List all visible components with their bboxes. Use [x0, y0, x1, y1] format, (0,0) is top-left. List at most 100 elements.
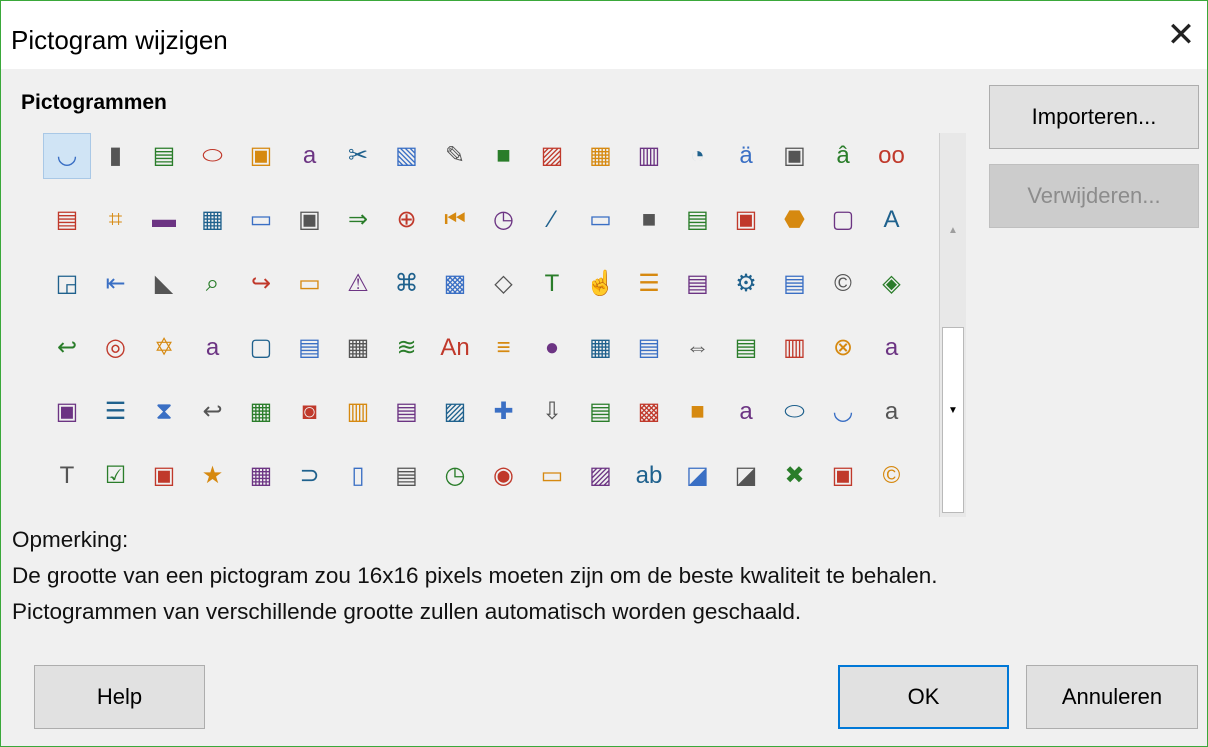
- icon-cell-r4-c7-icon[interactable]: ▦: [334, 325, 382, 371]
- icon-cell-r4-c14-icon[interactable]: ⇔: [674, 325, 722, 371]
- icon-cell-r5-c4-icon[interactable]: ↩: [189, 389, 237, 435]
- help-button[interactable]: Help: [34, 665, 205, 729]
- icon-cell-r4-c3-icon[interactable]: ✡: [140, 325, 188, 371]
- icon-cell-r2-c8-icon[interactable]: ⊕: [383, 197, 431, 243]
- icon-cell-r2-c5-icon[interactable]: ▭: [237, 197, 285, 243]
- icon-cell-r2-c11-icon[interactable]: ∕: [528, 197, 576, 243]
- icon-cell-r1-c4-icon[interactable]: ⬭: [189, 133, 237, 179]
- icon-cell-r5-c3-icon[interactable]: ⧗: [140, 389, 188, 435]
- icon-cell-r4-c16-icon[interactable]: ▥: [771, 325, 819, 371]
- icon-cell-r3-c3-icon[interactable]: ◣: [140, 261, 188, 307]
- icon-cell-r3-c1-icon[interactable]: ◲: [43, 261, 91, 307]
- icon-cell-r4-c13-icon[interactable]: ▤: [625, 325, 673, 371]
- icon-cell-r1-c5-icon[interactable]: ▣: [237, 133, 285, 179]
- icon-cell-r5-c14-icon[interactable]: ■: [674, 389, 722, 435]
- icon-cell-r2-c18-icon[interactable]: A: [868, 197, 916, 243]
- icon-cell-r2-c2-icon[interactable]: ⌗: [92, 197, 140, 243]
- icon-cell-r1-c6-icon[interactable]: a: [286, 133, 334, 179]
- icon-cell-r6-c8-icon[interactable]: ▤: [383, 453, 431, 499]
- icon-cell-r3-c17-icon[interactable]: ©: [819, 261, 867, 307]
- icon-cell-r2-c16-icon[interactable]: ⬣: [771, 197, 819, 243]
- icon-cell-r2-c4-icon[interactable]: ▦: [189, 197, 237, 243]
- cancel-button[interactable]: Annuleren: [1026, 665, 1198, 729]
- icon-cell-r6-c14-icon[interactable]: ◪: [674, 453, 722, 499]
- icon-cell-r3-c15-icon[interactable]: ⚙: [722, 261, 770, 307]
- icon-cell-r4-c6-icon[interactable]: ▤: [286, 325, 334, 371]
- icon-cell-r1-c16-icon[interactable]: ▣: [771, 133, 819, 179]
- icon-cell-r6-c12-icon[interactable]: ▨: [577, 453, 625, 499]
- icon-cell-r6-c16-icon[interactable]: ✖: [771, 453, 819, 499]
- icon-cell-r5-c13-icon[interactable]: ▩: [625, 389, 673, 435]
- icon-cell-r6-c1-icon[interactable]: T: [43, 453, 91, 499]
- icon-cell-r1-c11-icon[interactable]: ▨: [528, 133, 576, 179]
- icon-cell-r4-c1-icon[interactable]: ↩: [43, 325, 91, 371]
- icon-cell-r3-c9-icon[interactable]: ▩: [431, 261, 479, 307]
- ok-button[interactable]: OK: [838, 665, 1009, 729]
- icon-cell-r5-c17-icon[interactable]: ◡: [819, 389, 867, 435]
- icon-cell-r2-c17-icon[interactable]: ▢: [819, 197, 867, 243]
- icon-cell-r5-c18-icon[interactable]: a: [868, 389, 916, 435]
- icon-cell-r1-c9-icon[interactable]: ✎: [431, 133, 479, 179]
- icon-cell-r3-c10-icon[interactable]: ◇: [480, 261, 528, 307]
- icon-cell-r6-c4-icon[interactable]: ★: [189, 453, 237, 499]
- icon-cell-r5-c10-icon[interactable]: ✚: [480, 389, 528, 435]
- icon-cell-r1-c13-icon[interactable]: ▥: [625, 133, 673, 179]
- icon-cell-r4-c18-icon[interactable]: a: [868, 325, 916, 371]
- icon-cell-r6-c2-icon[interactable]: ☑: [92, 453, 140, 499]
- icon-cell-r5-c1-icon[interactable]: ▣: [43, 389, 91, 435]
- icon-cell-r6-c9-icon[interactable]: ◷: [431, 453, 479, 499]
- scroll-down-icon[interactable]: ▼: [940, 405, 966, 416]
- icon-cell-r2-c7-icon[interactable]: ⇒: [334, 197, 382, 243]
- icon-cell-r2-c15-icon[interactable]: ▣: [722, 197, 770, 243]
- icon-cell-r4-c10-icon[interactable]: ≡: [480, 325, 528, 371]
- icon-cell-r6-c3-icon[interactable]: ▣: [140, 453, 188, 499]
- icon-cell-r5-c16-icon[interactable]: ⬭: [771, 389, 819, 435]
- icon-cell-r6-c6-icon[interactable]: ⊃: [286, 453, 334, 499]
- icon-cell-r3-c6-icon[interactable]: ▭: [286, 261, 334, 307]
- icon-cell-r4-c12-icon[interactable]: ▦: [577, 325, 625, 371]
- icon-cell-r1-c10-icon[interactable]: ■: [480, 133, 528, 179]
- icon-cell-r1-c1-icon[interactable]: ◡: [43, 133, 91, 179]
- icon-cell-r3-c18-icon[interactable]: ◈: [868, 261, 916, 307]
- icon-cell-r4-c15-icon[interactable]: ▤: [722, 325, 770, 371]
- icon-cell-r3-c14-icon[interactable]: ▤: [674, 261, 722, 307]
- icon-cell-r2-c9-icon[interactable]: ⏮: [431, 197, 479, 243]
- icon-cell-r6-c17-icon[interactable]: ▣: [819, 453, 867, 499]
- icon-cell-r5-c5-icon[interactable]: ▦: [237, 389, 285, 435]
- icon-cell-r5-c6-icon[interactable]: ◙: [286, 389, 334, 435]
- icon-cell-r2-c13-icon[interactable]: ■: [625, 197, 673, 243]
- icon-cell-r6-c15-icon[interactable]: ◪: [722, 453, 770, 499]
- icon-cell-r2-c14-icon[interactable]: ▤: [674, 197, 722, 243]
- icon-cell-r5-c7-icon[interactable]: ▥: [334, 389, 382, 435]
- icon-cell-r1-c2-icon[interactable]: ▮: [92, 133, 140, 179]
- icon-cell-r4-c17-icon[interactable]: ⊗: [819, 325, 867, 371]
- remove-button[interactable]: Verwijderen...: [989, 164, 1199, 228]
- icon-cell-r6-c13-icon[interactable]: ab: [625, 453, 673, 499]
- icon-cell-r4-c2-icon[interactable]: ◎: [92, 325, 140, 371]
- icon-cell-r2-c1-icon[interactable]: ▤: [43, 197, 91, 243]
- icon-cell-r2-c12-icon[interactable]: ▭: [577, 197, 625, 243]
- icon-cell-r5-c12-icon[interactable]: ▤: [577, 389, 625, 435]
- icon-cell-r5-c15-icon[interactable]: a: [722, 389, 770, 435]
- icon-cell-r1-c14-icon[interactable]: ◔: [674, 133, 722, 179]
- icon-cell-r3-c2-icon[interactable]: ⇤: [92, 261, 140, 307]
- icon-cell-r4-c9-icon[interactable]: An: [431, 325, 479, 371]
- icon-cell-r4-c5-icon[interactable]: ▢: [237, 325, 285, 371]
- import-button[interactable]: Importeren...: [989, 85, 1199, 149]
- icon-cell-r1-c12-icon[interactable]: ▦: [577, 133, 625, 179]
- icon-cell-r5-c2-icon[interactable]: ☰: [92, 389, 140, 435]
- icon-cell-r1-c8-icon[interactable]: ▧: [383, 133, 431, 179]
- icon-cell-r6-c5-icon[interactable]: ▦: [237, 453, 285, 499]
- icon-cell-r1-c3-icon[interactable]: ▤: [140, 133, 188, 179]
- icon-cell-r6-c10-icon[interactable]: ◉: [480, 453, 528, 499]
- icon-cell-r3-c5-icon[interactable]: ↪: [237, 261, 285, 307]
- icon-cell-r6-c18-icon[interactable]: ©: [868, 453, 916, 499]
- close-icon[interactable]: ✕: [1155, 9, 1207, 61]
- vertical-scrollbar[interactable]: ▲ ▼: [939, 133, 966, 517]
- icon-cell-r3-c13-icon[interactable]: ☰: [625, 261, 673, 307]
- icon-cell-r2-c3-icon[interactable]: ▬: [140, 197, 188, 243]
- icon-cell-r1-c17-icon[interactable]: â: [819, 133, 867, 179]
- scroll-thumb[interactable]: [942, 327, 964, 513]
- icon-cell-r1-c15-icon[interactable]: ä: [722, 133, 770, 179]
- icon-cell-r5-c11-icon[interactable]: ⇩: [528, 389, 576, 435]
